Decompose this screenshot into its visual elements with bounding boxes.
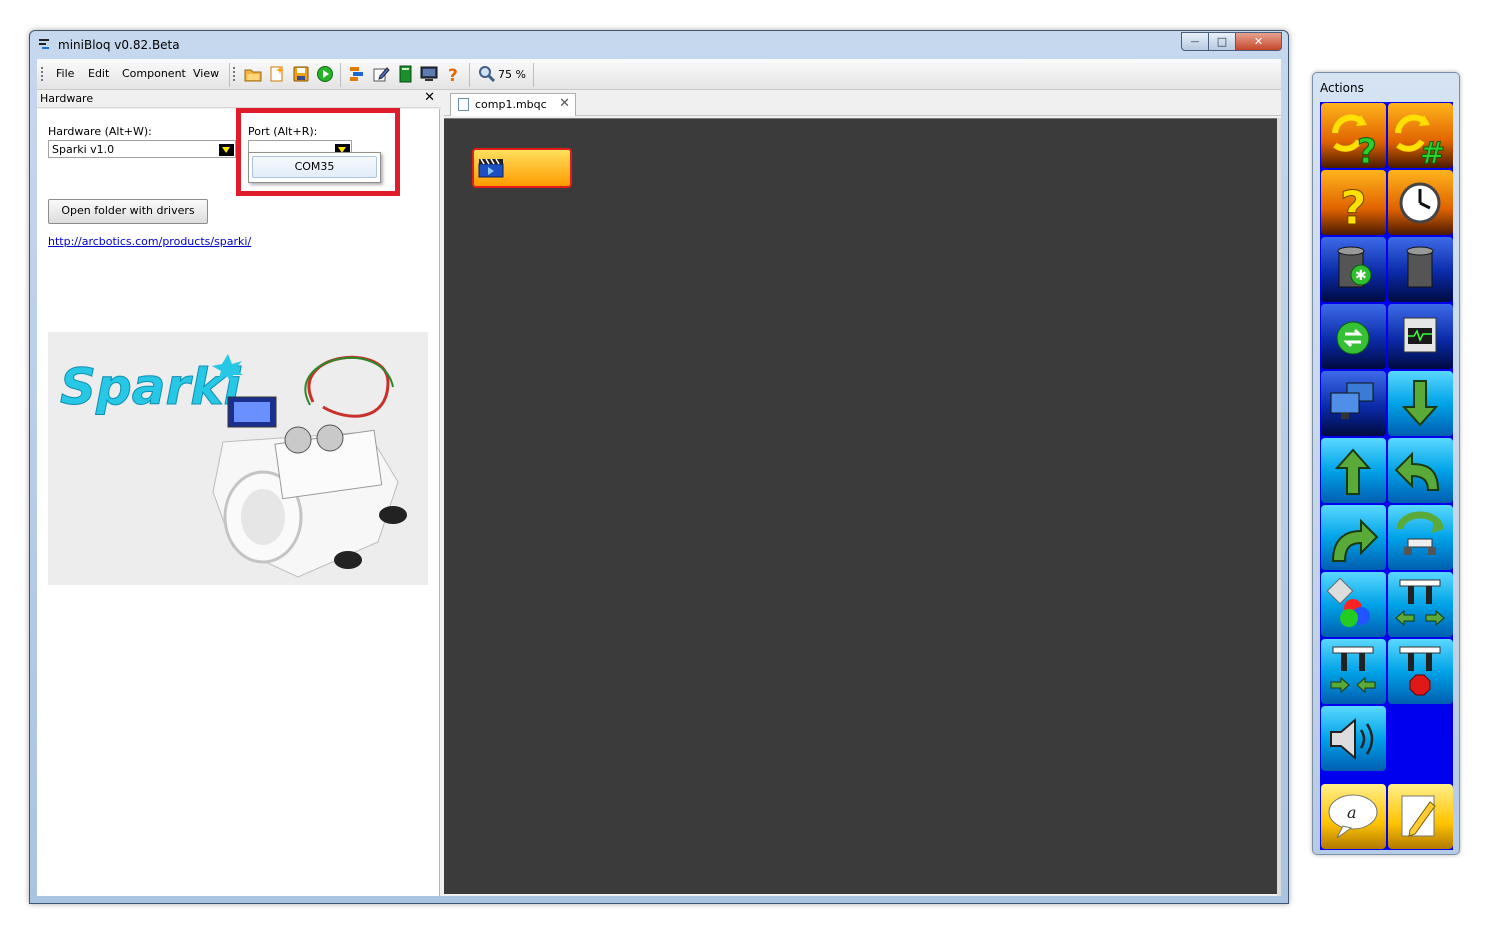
gripper-close-icon[interactable] — [1321, 639, 1386, 704]
add-variable-icon[interactable]: ✱ — [1321, 237, 1386, 302]
color-sensor-icon[interactable] — [1321, 572, 1386, 637]
sync-hash-icon[interactable]: # — [1388, 103, 1453, 168]
exchange-icon[interactable] — [1321, 304, 1386, 369]
maximize-button[interactable]: □ — [1209, 32, 1236, 51]
tab-comp1[interactable]: comp1.mbqc ✕ — [450, 93, 576, 116]
menu-view[interactable]: View — [193, 67, 219, 80]
arrow-up-icon[interactable] — [1321, 438, 1386, 503]
speaker-icon[interactable] — [1321, 706, 1386, 771]
gripper-stop-icon[interactable] — [1388, 639, 1453, 704]
hardware-value: Sparki v1.0 — [52, 143, 115, 156]
note-icon[interactable] — [1388, 784, 1453, 849]
document-icon — [458, 98, 469, 111]
rotate-icon[interactable] — [1388, 505, 1453, 570]
svg-text:✱: ✱ — [1355, 268, 1367, 284]
new-file-icon[interactable] — [268, 65, 286, 83]
editor-tabs: comp1.mbqc ✕ — [444, 90, 1281, 116]
main-window: miniBloq v0.82.Beta — □ ✕ File Edit Comp… — [29, 30, 1289, 904]
open-drivers-button[interactable]: Open folder with drivers — [48, 199, 208, 224]
hardware-select[interactable]: Sparki v1.0 — [48, 140, 236, 158]
menu-file[interactable]: File — [56, 67, 74, 80]
block-canvas[interactable] — [444, 118, 1279, 894]
app-icon — [37, 38, 51, 52]
arrow-down-icon[interactable] — [1388, 371, 1453, 436]
run-icon[interactable] — [316, 65, 334, 83]
canvas-scrollbar[interactable] — [1277, 118, 1281, 896]
minimize-icon: — — [1190, 36, 1200, 47]
svg-text:?: ? — [1340, 181, 1367, 235]
chevron-down-icon[interactable] — [219, 144, 234, 156]
menu-toolbar: File Edit Component View ? 75 % — [37, 59, 1281, 90]
title-bar[interactable]: miniBloq v0.82.Beta — □ ✕ — [30, 31, 1288, 59]
terminal-icon[interactable] — [420, 65, 438, 83]
trash-variable-icon[interactable] — [1388, 237, 1453, 302]
svg-text:?: ? — [1357, 132, 1377, 168]
actions-window: Actions ? # ? ✱ a — [1312, 72, 1460, 855]
edit-icon[interactable] — [372, 65, 390, 83]
oscilloscope-icon[interactable] — [1388, 304, 1453, 369]
actions-grid: ? # ? ✱ a — [1320, 102, 1453, 850]
client-area: File Edit Component View ? 75 % Hardware… — [37, 59, 1281, 896]
monitors-icon[interactable] — [1321, 371, 1386, 436]
book-icon[interactable] — [396, 65, 414, 83]
zoom-icon[interactable] — [478, 65, 496, 83]
blocks-icon[interactable] — [348, 65, 366, 83]
hardware-label: Hardware (Alt+W): — [48, 125, 152, 138]
maximize-icon: □ — [1216, 35, 1228, 48]
turn-right-icon[interactable] — [1321, 505, 1386, 570]
help-icon[interactable]: ? — [444, 65, 462, 83]
svg-text:#: # — [1420, 136, 1445, 168]
panel-title: Hardware — [40, 92, 94, 105]
port-highlight — [236, 108, 400, 196]
close-icon: ✕ — [1253, 35, 1264, 48]
open-folder-icon[interactable] — [244, 65, 262, 83]
start-block[interactable] — [472, 148, 572, 188]
zoom-level[interactable]: 75 % — [498, 68, 526, 81]
svg-text:?: ? — [448, 66, 458, 83]
menu-edit[interactable]: Edit — [88, 67, 109, 80]
minimize-button[interactable]: — — [1181, 32, 1209, 51]
product-link[interactable]: http://arcbotics.com/products/sparki/ — [48, 235, 251, 248]
clock-icon[interactable] — [1388, 170, 1453, 235]
tab-close-icon[interactable]: ✕ — [559, 96, 570, 111]
menu-component[interactable]: Component — [122, 67, 186, 80]
close-button[interactable]: ✕ — [1236, 32, 1282, 51]
svg-text:a: a — [1347, 803, 1357, 822]
menu-grip[interactable] — [41, 67, 43, 83]
actions-title: Actions — [1320, 81, 1364, 95]
hardware-panel: Hardware (Alt+W): Sparki v1.0 Port (Alt+… — [37, 108, 440, 896]
save-icon[interactable] — [292, 65, 310, 83]
sync-question-icon[interactable]: ? — [1321, 103, 1386, 168]
clapperboard-icon — [478, 158, 504, 178]
toolbar-grip[interactable] — [233, 67, 235, 83]
tab-label: comp1.mbqc — [475, 98, 547, 111]
comment-icon[interactable]: a — [1321, 784, 1386, 849]
panel-close-icon[interactable]: ✕ — [424, 90, 435, 105]
sparki-robot-image: Sparki — [48, 332, 428, 585]
gripper-open-icon[interactable] — [1388, 572, 1453, 637]
question-icon[interactable]: ? — [1321, 170, 1386, 235]
turn-left-icon[interactable] — [1388, 438, 1453, 503]
window-title: miniBloq v0.82.Beta — [58, 38, 180, 52]
hardware-panel-header: Hardware ✕ — [37, 90, 441, 108]
